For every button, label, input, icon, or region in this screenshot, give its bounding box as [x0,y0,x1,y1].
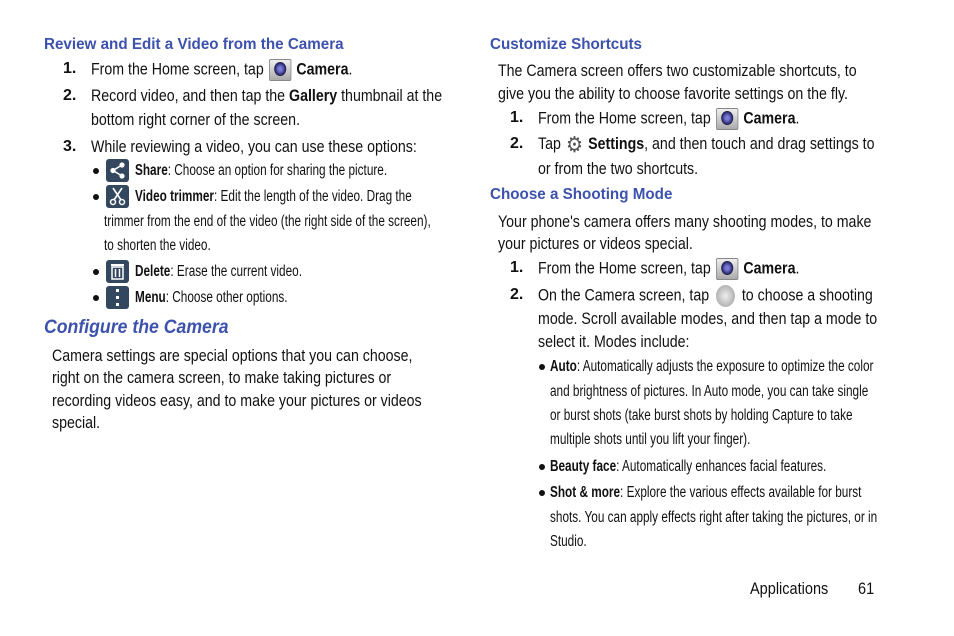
paragraph-line: special. [52,414,101,432]
bullet [93,168,99,174]
mode-shot-and-more: Shot & more: Explore the various effects… [550,484,862,501]
manual-page: Review and Edit a Video from the Camera … [0,0,954,636]
mode-auto: Auto: Automatically adjusts the exposure… [550,358,874,375]
mode-text: and brightness of pictures. In Auto mode… [550,383,869,400]
step-number: 2. [510,135,524,152]
bullet [93,269,99,275]
share-icon [106,159,129,182]
step-number: 2. [63,87,77,104]
camera-icon [715,258,739,280]
option-menu: Menu: Choose other options. [135,289,288,306]
bullet [93,194,99,200]
trash-icon [106,260,129,283]
bullet [539,364,545,370]
step-text: bottom right corner of the screen. [91,111,301,129]
paragraph-line: give you the ability to choose favorite … [498,85,848,103]
step-number: 2. [510,286,524,303]
paragraph-line: recording videos easy, and to make your … [52,392,422,410]
bullet [93,295,99,301]
step-text: From the Home screen, tap Camera. [538,258,799,280]
gear-icon: ⚙ [566,131,584,157]
mode-beauty-face: Beauty face: Automatically enhances faci… [550,458,827,475]
camera-icon [715,108,739,130]
camera-icon [268,59,292,81]
step-text: select it. Modes include: [538,333,690,351]
paragraph-line: right on the camera screen, to make taki… [52,369,392,387]
option-delete: Delete: Erase the current video. [135,263,302,280]
step-text: From the Home screen, tap Camera. [91,59,352,81]
step-number: 1. [63,60,77,77]
bullet [539,464,545,470]
step-text: Record video, and then tap the Gallery t… [91,87,443,105]
option-text: to shorten the video. [104,237,211,254]
page-number: 61 [858,580,875,598]
scissors-icon [106,185,129,208]
mode-text: or burst shots (take burst shots by hold… [550,407,853,424]
step-number: 3. [63,138,77,155]
paragraph-line: Camera settings are special options that… [52,347,413,365]
step-text: While reviewing a video, you can use the… [91,138,417,156]
step-number: 1. [510,259,524,276]
heading-customize-shortcuts: Customize Shortcuts [490,36,643,53]
heading-shooting-mode: Choose a Shooting Mode [490,186,673,203]
paragraph-line: The Camera screen offers two customizabl… [498,62,857,80]
footer-section: Applications [750,580,829,598]
paragraph-line: Your phone's camera offers many shooting… [498,213,872,231]
mode-button-icon [716,285,735,307]
step-text: or from the two shortcuts. [538,160,699,178]
option-share: Share: Choose an option for sharing the … [135,162,388,179]
option-video-trimmer: Video trimmer: Edit the length of the vi… [135,188,412,205]
heading-review-edit-video: Review and Edit a Video from the Camera [44,36,344,53]
paragraph-line: your pictures or videos special. [498,235,693,253]
step-text: Tap ⚙ Settings, and then touch and drag se… [538,131,875,157]
mode-text: shots. You can apply effects right after… [550,509,878,526]
step-text: mode. Scroll available modes, and then t… [538,310,878,328]
menu-icon [106,286,129,309]
step-number: 1. [510,109,524,126]
step-text: On the Camera screen, tap to choose a sho… [538,285,873,307]
heading-configure-camera: Configure the Camera [44,317,229,338]
mode-text: Studio. [550,533,587,550]
step-text: From the Home screen, tap Camera. [538,108,799,130]
mode-text: multiple shots until you lift your finge… [550,431,751,448]
option-text: trimmer from the end of the video (the r… [104,213,431,230]
bullet [539,490,545,496]
